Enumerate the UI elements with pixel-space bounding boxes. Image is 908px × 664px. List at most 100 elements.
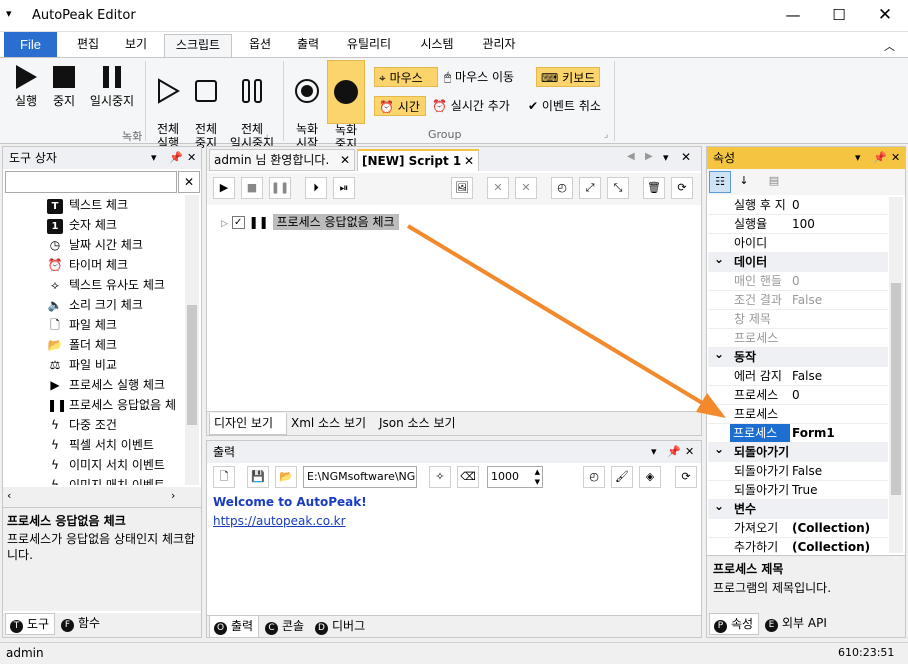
property-row[interactable]: 실행율 100 [708,215,888,234]
toolbox-item[interactable]: 🔈 소리 크기 체크 [47,295,143,315]
toolbox-item[interactable]: ϟ 다중 조건 [47,415,117,435]
property-row[interactable]: 프로세스 [708,405,888,424]
brush-icon[interactable]: 🖌 [611,466,633,488]
toolbox-item[interactable]: ◷ 날짜 시간 체크 [47,235,143,255]
toolbox-item[interactable]: 📂 폴더 체크 [47,335,117,355]
mouse-move-toggle[interactable]: 🖱 마우스 이동 [444,67,514,87]
tab-xml-view[interactable]: Xml 소스 보기 [287,413,373,435]
maximize-button[interactable]: ☐ [816,0,862,32]
tab-output[interactable]: O 출력 [209,616,259,638]
pin-icon[interactable]: 📌 [169,147,183,169]
tab-design-view[interactable]: 디자인 보기 [209,413,287,435]
refresh-icon[interactable]: ⟳ [675,466,697,488]
tab-utility[interactable]: 유틸리티 [336,34,402,57]
toolbox-item[interactable]: T 텍스트 체크 [47,195,128,215]
cut-icon[interactable]: ✕ [515,177,537,199]
collapse-icon[interactable]: ⌄ [714,250,724,269]
properties-scrollbar[interactable] [889,197,903,553]
toolbox-item[interactable]: ❚❚ 프로세스 응답없음 체 [47,395,176,415]
interval-stepper[interactable]: 1000 ▲ ▼ [487,466,543,488]
tab-functions[interactable]: F 함수 [57,613,107,635]
close-all-icon[interactable]: ✕ [681,150,691,164]
toolbox-item[interactable]: ⟡ 텍스트 유사도 체크 [47,275,165,295]
property-row[interactable]: 가져오기 (Collection) [708,519,888,538]
open-folder-icon[interactable]: 📂 [275,466,297,488]
pause-button[interactable]: 일시중지 [84,64,140,108]
image-icon[interactable]: 🖼 [451,177,473,199]
property-value[interactable]: False [792,367,822,385]
toolbox-item[interactable]: ▶ 프로세스 실행 체크 [47,375,165,395]
property-value[interactable]: 100 [792,215,815,233]
close-icon[interactable]: ✕ [685,441,694,463]
close-icon[interactable]: ✕ [187,147,196,169]
tab-script[interactable]: 스크립트 [164,34,232,57]
run-icon[interactable]: ▶ [213,177,235,199]
clock-icon[interactable]: ◴ [583,466,605,488]
property-row[interactable]: 매인 핸들 0 [708,272,888,291]
keyboard-toggle[interactable]: ⌨ 키보드 [536,67,600,87]
delete-icon[interactable]: ✕ [487,177,509,199]
property-category[interactable]: ⌄ 동작 [708,345,888,367]
pause-icon[interactable]: ❚❚ [269,177,291,199]
sort-az-icon[interactable]: ↓ [733,171,755,193]
tab-right-icon[interactable]: ▶ [645,151,653,162]
clean-icon[interactable]: ✧ [429,466,451,488]
tab-properties[interactable]: P 속성 [709,613,759,635]
property-value[interactable]: False [792,291,822,309]
scroll-thumb[interactable] [891,283,901,495]
close-icon[interactable]: ✕ [464,151,474,171]
tab-external-api[interactable]: E 외부 API [761,613,837,635]
tab-left-icon[interactable]: ◀ [627,151,635,162]
mouse-toggle[interactable]: ⌖ 마우스 [374,67,438,87]
clear-search-button[interactable]: ✕ [178,171,200,193]
collapse-ribbon-icon[interactable]: ︿ [884,38,895,54]
property-value[interactable]: 0 [792,272,800,290]
tab-options[interactable]: 옵션 [240,34,280,57]
collapse-icon[interactable]: ⤡ [607,177,629,199]
property-row[interactable]: 창 제목 [708,310,888,329]
stop-icon[interactable]: ■ [241,177,263,199]
property-row[interactable]: 추가하기 (Collection) [708,538,888,557]
property-value[interactable]: Form1 [792,424,835,442]
categorized-icon[interactable]: ☷ [709,171,731,193]
stop-all-button[interactable]: 전체 중지 [186,64,226,150]
close-icon[interactable]: ✕ [340,150,350,170]
new-file-icon[interactable]: 🗋 [213,466,235,488]
dialog-launcher-icon-2[interactable]: ⌟ [604,130,608,140]
tab-admin[interactable]: 관리자 [472,34,526,57]
scroll-thumb[interactable] [187,305,197,425]
tab-file[interactable]: File [4,32,57,57]
property-value[interactable]: (Collection) [792,519,870,537]
property-row[interactable]: 조건 결과 False [708,291,888,310]
cancel-event-toggle[interactable]: ✔ 이벤트 취소 [528,96,601,116]
pause-all-button[interactable]: 전체 일시중지 [226,64,278,150]
property-category[interactable]: ⌄ 되돌아가기 [708,442,888,462]
close-button[interactable]: ✕ [862,0,908,32]
record-start-button[interactable]: 녹화 시작 [288,64,326,150]
property-value[interactable]: 0 [792,386,800,404]
dropdown-icon[interactable]: ▾ [151,147,157,169]
tab-debug[interactable]: D 디버그 [311,616,373,638]
close-icon[interactable]: ✕ [891,147,900,169]
toolbox-item[interactable]: ⚖ 파일 비교 [47,355,117,375]
node-label[interactable]: 프로세스 응답없음 체크 [272,214,399,230]
collapse-icon[interactable]: ⌄ [714,497,724,516]
property-value[interactable]: (Collection) [792,538,870,556]
property-row[interactable]: 실행 후 지 0 [708,196,888,215]
doc-tab-script[interactable]: [NEW] Script 1 ✕ [357,149,479,171]
history-icon[interactable]: ◴ [551,177,573,199]
pin-icon[interactable]: 📌 [873,147,887,169]
toolbox-item[interactable]: ϟ 픽셀 서치 이벤트 [47,435,154,455]
tab-json-view[interactable]: Json 소스 보기 [375,413,465,435]
toolbox-hscroll[interactable]: ‹ › [3,487,201,507]
fill-icon[interactable]: ◈ [639,466,661,488]
tab-view[interactable]: 보기 [116,34,156,57]
property-value[interactable]: 0 [792,196,800,214]
dropdown-icon[interactable]: ▾ [651,441,657,463]
collapse-icon[interactable]: ⌄ [714,345,724,364]
run-button[interactable]: 실행 [6,64,46,108]
step-into-icon[interactable]: ⏯ [333,177,355,199]
property-pages-icon[interactable]: ▤ [763,171,785,193]
toolbox-item[interactable]: ⏰ 타이머 체크 [47,255,129,275]
step-icon[interactable]: ⏵ [305,177,327,199]
